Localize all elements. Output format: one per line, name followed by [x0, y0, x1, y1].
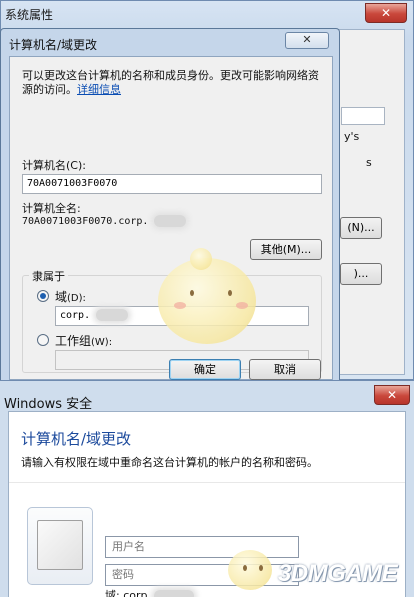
- domain-input-text: corp.: [60, 310, 91, 321]
- cancel-button[interactable]: 取消: [249, 359, 321, 380]
- watermark: 3DMGAME: [278, 560, 398, 587]
- computer-name-dialog: 计算机名/域更改 ✕ 可以更改这台计算机的名称和成员身份。更改可能影响网络资源的…: [0, 28, 340, 384]
- domain-radio-label[interactable]: 域(D):: [55, 288, 86, 305]
- workgroup-hotkey: (W):: [91, 337, 113, 348]
- domain-info-text: 域: corp.: [105, 589, 151, 597]
- domain-radio[interactable]: [37, 290, 49, 302]
- system-properties-other-button[interactable]: )...: [340, 263, 382, 285]
- full-computer-name-label: 计算机全名:: [22, 202, 81, 215]
- mascot-eye: [259, 565, 263, 571]
- system-properties-field[interactable]: [341, 107, 385, 125]
- mascot-body: [158, 258, 256, 344]
- workgroup-radio-label[interactable]: 工作组(W):: [55, 332, 112, 349]
- mascot-small-body: [228, 550, 272, 590]
- mascot-eye: [228, 290, 232, 296]
- mascot-eye: [190, 290, 194, 296]
- workgroup-radio[interactable]: [37, 334, 49, 346]
- windows-security-title: Windows 安全: [4, 397, 93, 412]
- system-properties-change-button[interactable]: (N)...: [340, 217, 382, 239]
- mascot-tuft: [190, 248, 212, 270]
- windows-security-description: 请输入有权限在域中重命名这台计算机的帐户的名称和密码。: [21, 456, 318, 469]
- domain-hotkey: (D):: [67, 293, 86, 304]
- mascot-cheek: [174, 302, 186, 309]
- more-button[interactable]: 其他(M)...: [250, 239, 322, 260]
- computer-name-dialog-close-button[interactable]: ✕: [285, 32, 329, 49]
- domain-label-text: 域: [55, 290, 68, 304]
- ok-button[interactable]: 确定: [169, 359, 241, 380]
- domain-info: 域: corp.: [105, 587, 195, 597]
- windows-security-heading: 计算机名/域更改: [21, 430, 132, 448]
- full-computer-name-value: 70A0071003F0070.corp.: [22, 215, 187, 227]
- member-of-label: 隶属于: [29, 268, 68, 284]
- full-computer-name-text: 70A0071003F0070.corp.: [22, 216, 149, 227]
- computer-name-label: 计算机名(C):: [22, 159, 86, 172]
- credential-tile[interactable]: [27, 507, 93, 585]
- workgroup-label-text: 工作组: [55, 334, 92, 348]
- system-properties-close-button[interactable]: ✕: [365, 3, 407, 23]
- windows-security-close-button[interactable]: ✕: [374, 385, 410, 405]
- user-picture-icon: [37, 520, 83, 570]
- system-properties-title: 系统属性: [5, 8, 54, 22]
- divider: [9, 482, 405, 483]
- redacted-blur: [154, 215, 187, 227]
- mascot-eye: [243, 565, 247, 571]
- system-properties-text: y's: [344, 130, 360, 143]
- username-input[interactable]: [105, 536, 299, 558]
- details-link[interactable]: 详细信息: [77, 83, 121, 96]
- system-properties-text: s: [366, 156, 372, 169]
- redacted-blur: [154, 590, 195, 597]
- computer-name-description-text: 可以更改这台计算机的名称和成员身份。更改可能影响网络资源的访问。: [22, 69, 319, 96]
- mascot-cheek: [236, 302, 248, 309]
- computer-name-description: 可以更改这台计算机的名称和成员身份。更改可能影响网络资源的访问。详细信息: [22, 69, 322, 97]
- computer-name-dialog-body: 可以更改这台计算机的名称和成员身份。更改可能影响网络资源的访问。详细信息 计算机…: [9, 56, 333, 380]
- computer-name-input[interactable]: 70A0071003F0070: [22, 174, 322, 194]
- computer-name-dialog-title: 计算机名/域更改: [9, 38, 98, 52]
- redacted-blur: [96, 309, 129, 321]
